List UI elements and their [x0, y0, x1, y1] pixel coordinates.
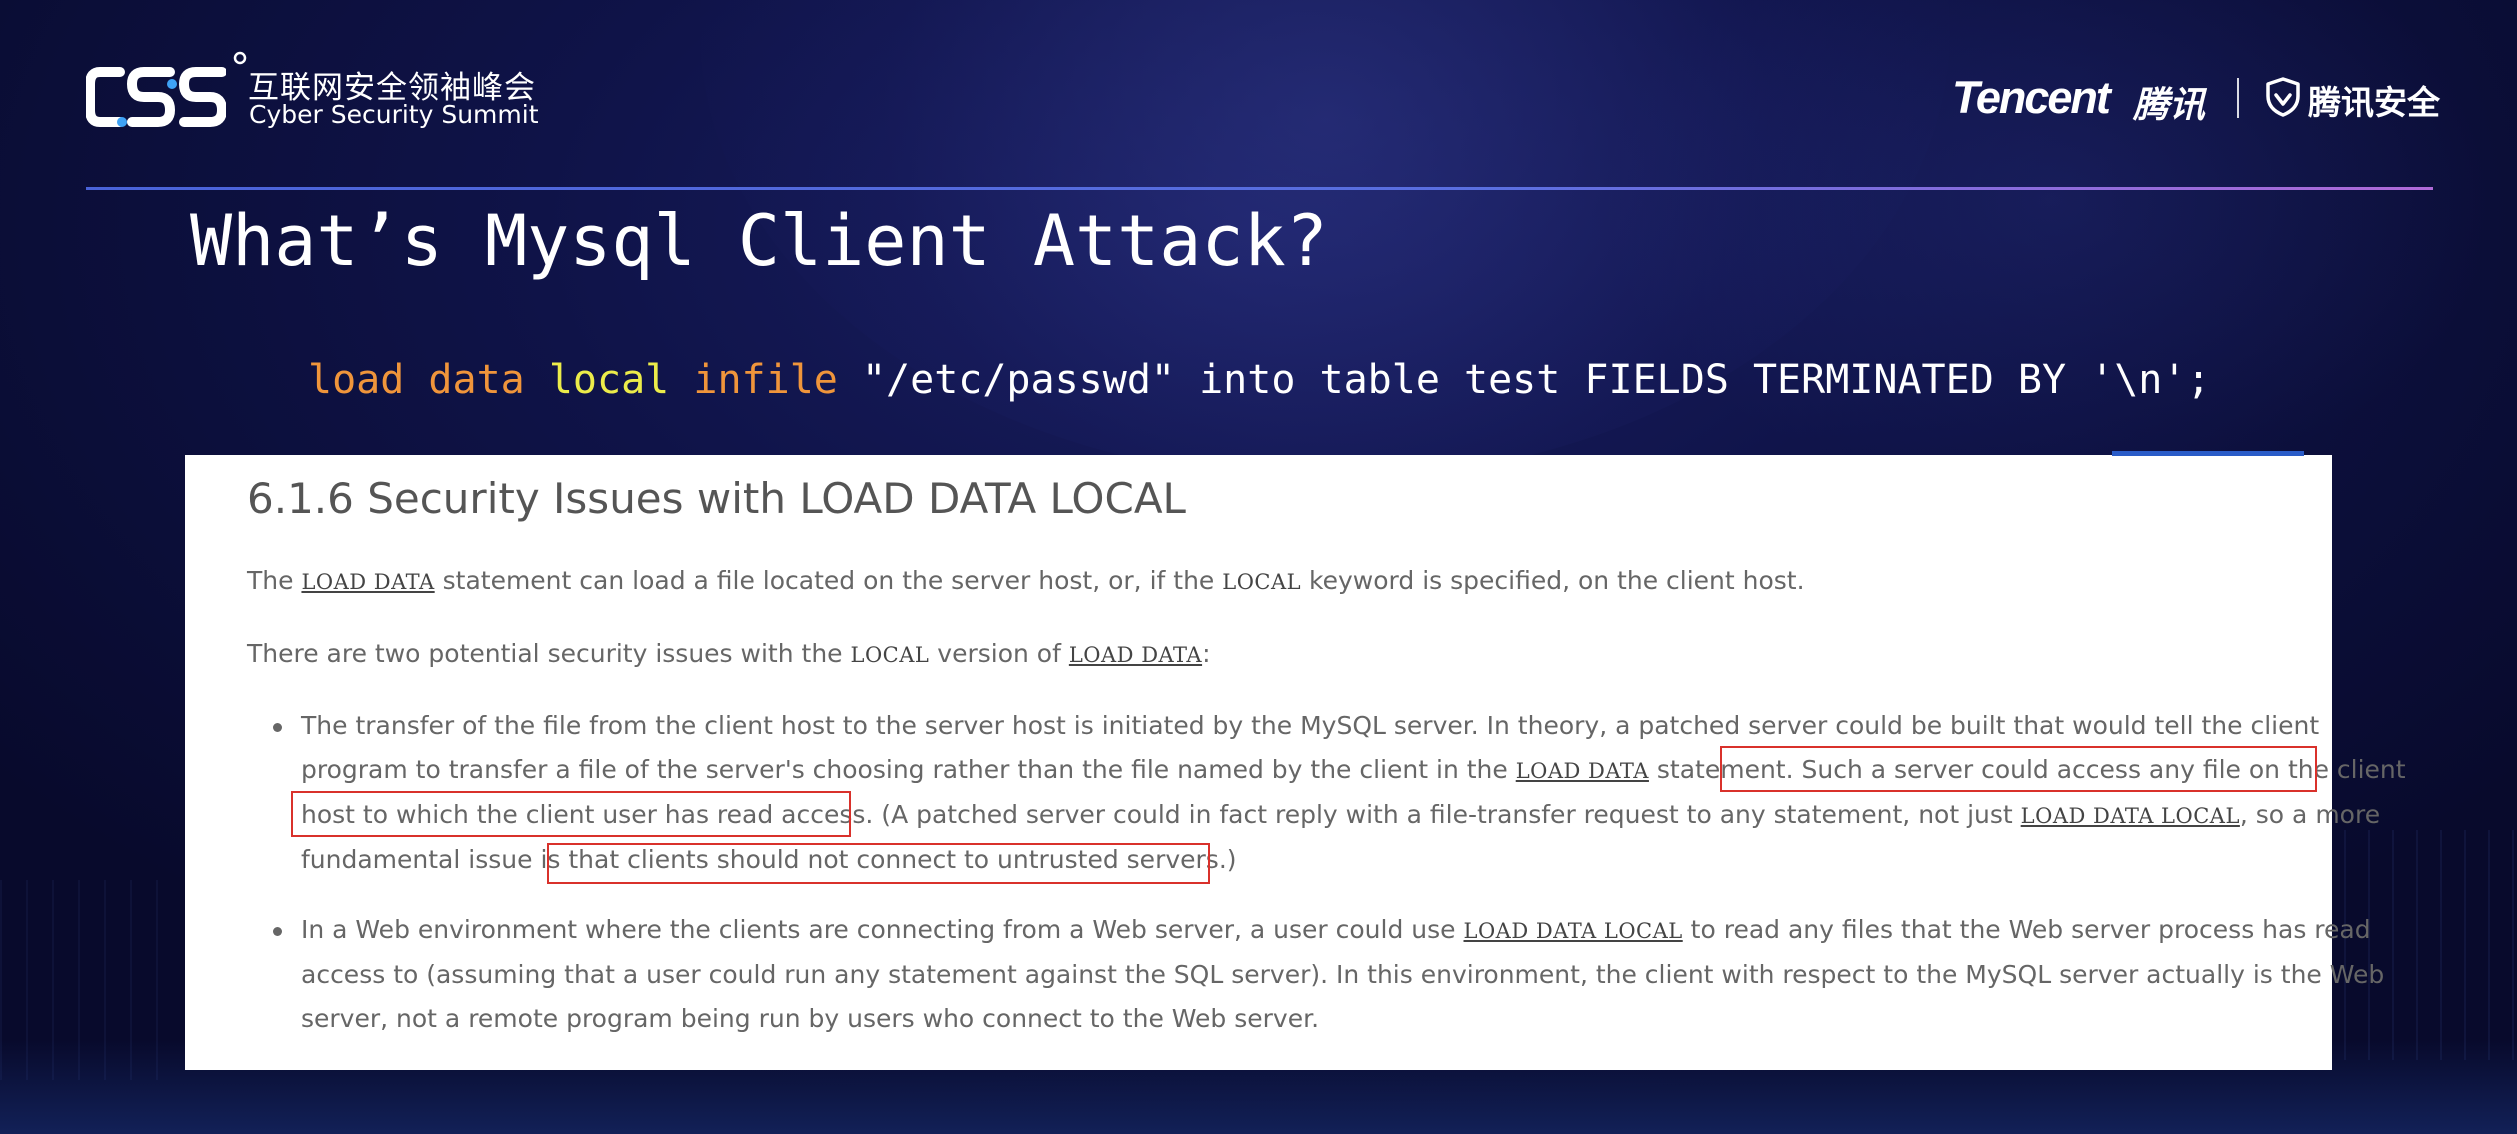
- text: , so a more: [2239, 800, 2381, 829]
- tencent-wordmark: Tencent: [1952, 72, 2111, 123]
- text: statement can load a file located on the…: [434, 566, 1223, 595]
- text: There are two potential security issues …: [247, 639, 851, 668]
- css-logo-icon: [86, 67, 226, 127]
- doc-paragraph-1: The LOAD DATA statement can load a file …: [247, 566, 1805, 597]
- bullet2-line3: server, not a remote program being run b…: [301, 1004, 1320, 1033]
- code-link-load-data[interactable]: LOAD DATA: [301, 570, 434, 594]
- doc-panel-accent: [2112, 451, 2304, 456]
- header-divider: [86, 187, 2433, 190]
- text: :: [1202, 639, 1211, 668]
- code-link-load-data-local[interactable]: LOAD DATA LOCAL: [1464, 919, 1683, 943]
- text: to read any files that the Web server pr…: [1682, 915, 2371, 944]
- code-local: LOCAL: [1222, 570, 1302, 594]
- code-keyword-data: data: [428, 357, 525, 403]
- bullet1-line1: The transfer of the file from the client…: [301, 711, 2320, 740]
- tencent-shield-icon: [2266, 77, 2300, 117]
- code-rest: "/etc/passwd" into table test FIELDS TER…: [837, 357, 2211, 403]
- tencent-cn-wordmark: 腾讯: [2133, 85, 2206, 126]
- highlight-box: [291, 791, 851, 837]
- code-local: LOCAL: [850, 643, 930, 667]
- code-link-load-data-local[interactable]: LOAD DATA LOCAL: [2021, 804, 2240, 828]
- sql-code-line: load data local infile "/etc/passwd" int…: [308, 357, 2211, 403]
- brand-divider: [2237, 78, 2239, 118]
- code-link-load-data[interactable]: LOAD DATA: [1069, 643, 1202, 667]
- code-keyword-local: local: [548, 357, 670, 403]
- bullet-dot: [273, 927, 282, 936]
- bullet-dot: [273, 723, 282, 732]
- highlight-box: [547, 843, 1210, 884]
- small-gear-icon: [233, 51, 247, 65]
- text: In a Web environment where the clients a…: [301, 915, 1464, 944]
- text: keyword is specified, on the client host…: [1301, 566, 1805, 595]
- doc-heading: 6.1.6 Security Issues with LOAD DATA LOC…: [247, 474, 1186, 523]
- text: The: [247, 566, 302, 595]
- code-link-load-data[interactable]: LOAD DATA: [1516, 759, 1649, 783]
- text: program to transfer a file of the server…: [301, 755, 1516, 784]
- highlight-box: [1720, 746, 2317, 792]
- background-grid-left: [0, 880, 180, 1080]
- code-keyword-load: load: [308, 357, 405, 403]
- tencent-security-wordmark: 腾讯安全: [2308, 83, 2440, 122]
- text: version of: [929, 639, 1069, 668]
- slide-title: What’s Mysql Client Attack?: [190, 200, 1328, 282]
- doc-paragraph-2: There are two potential security issues …: [247, 639, 1211, 670]
- summit-name-en: Cyber Security Summit: [249, 100, 539, 129]
- bullet2-line2: access to (assuming that a user could ru…: [301, 960, 2385, 989]
- code-keyword-infile: infile: [693, 357, 838, 403]
- bullet2-line1: In a Web environment where the clients a…: [301, 915, 2371, 946]
